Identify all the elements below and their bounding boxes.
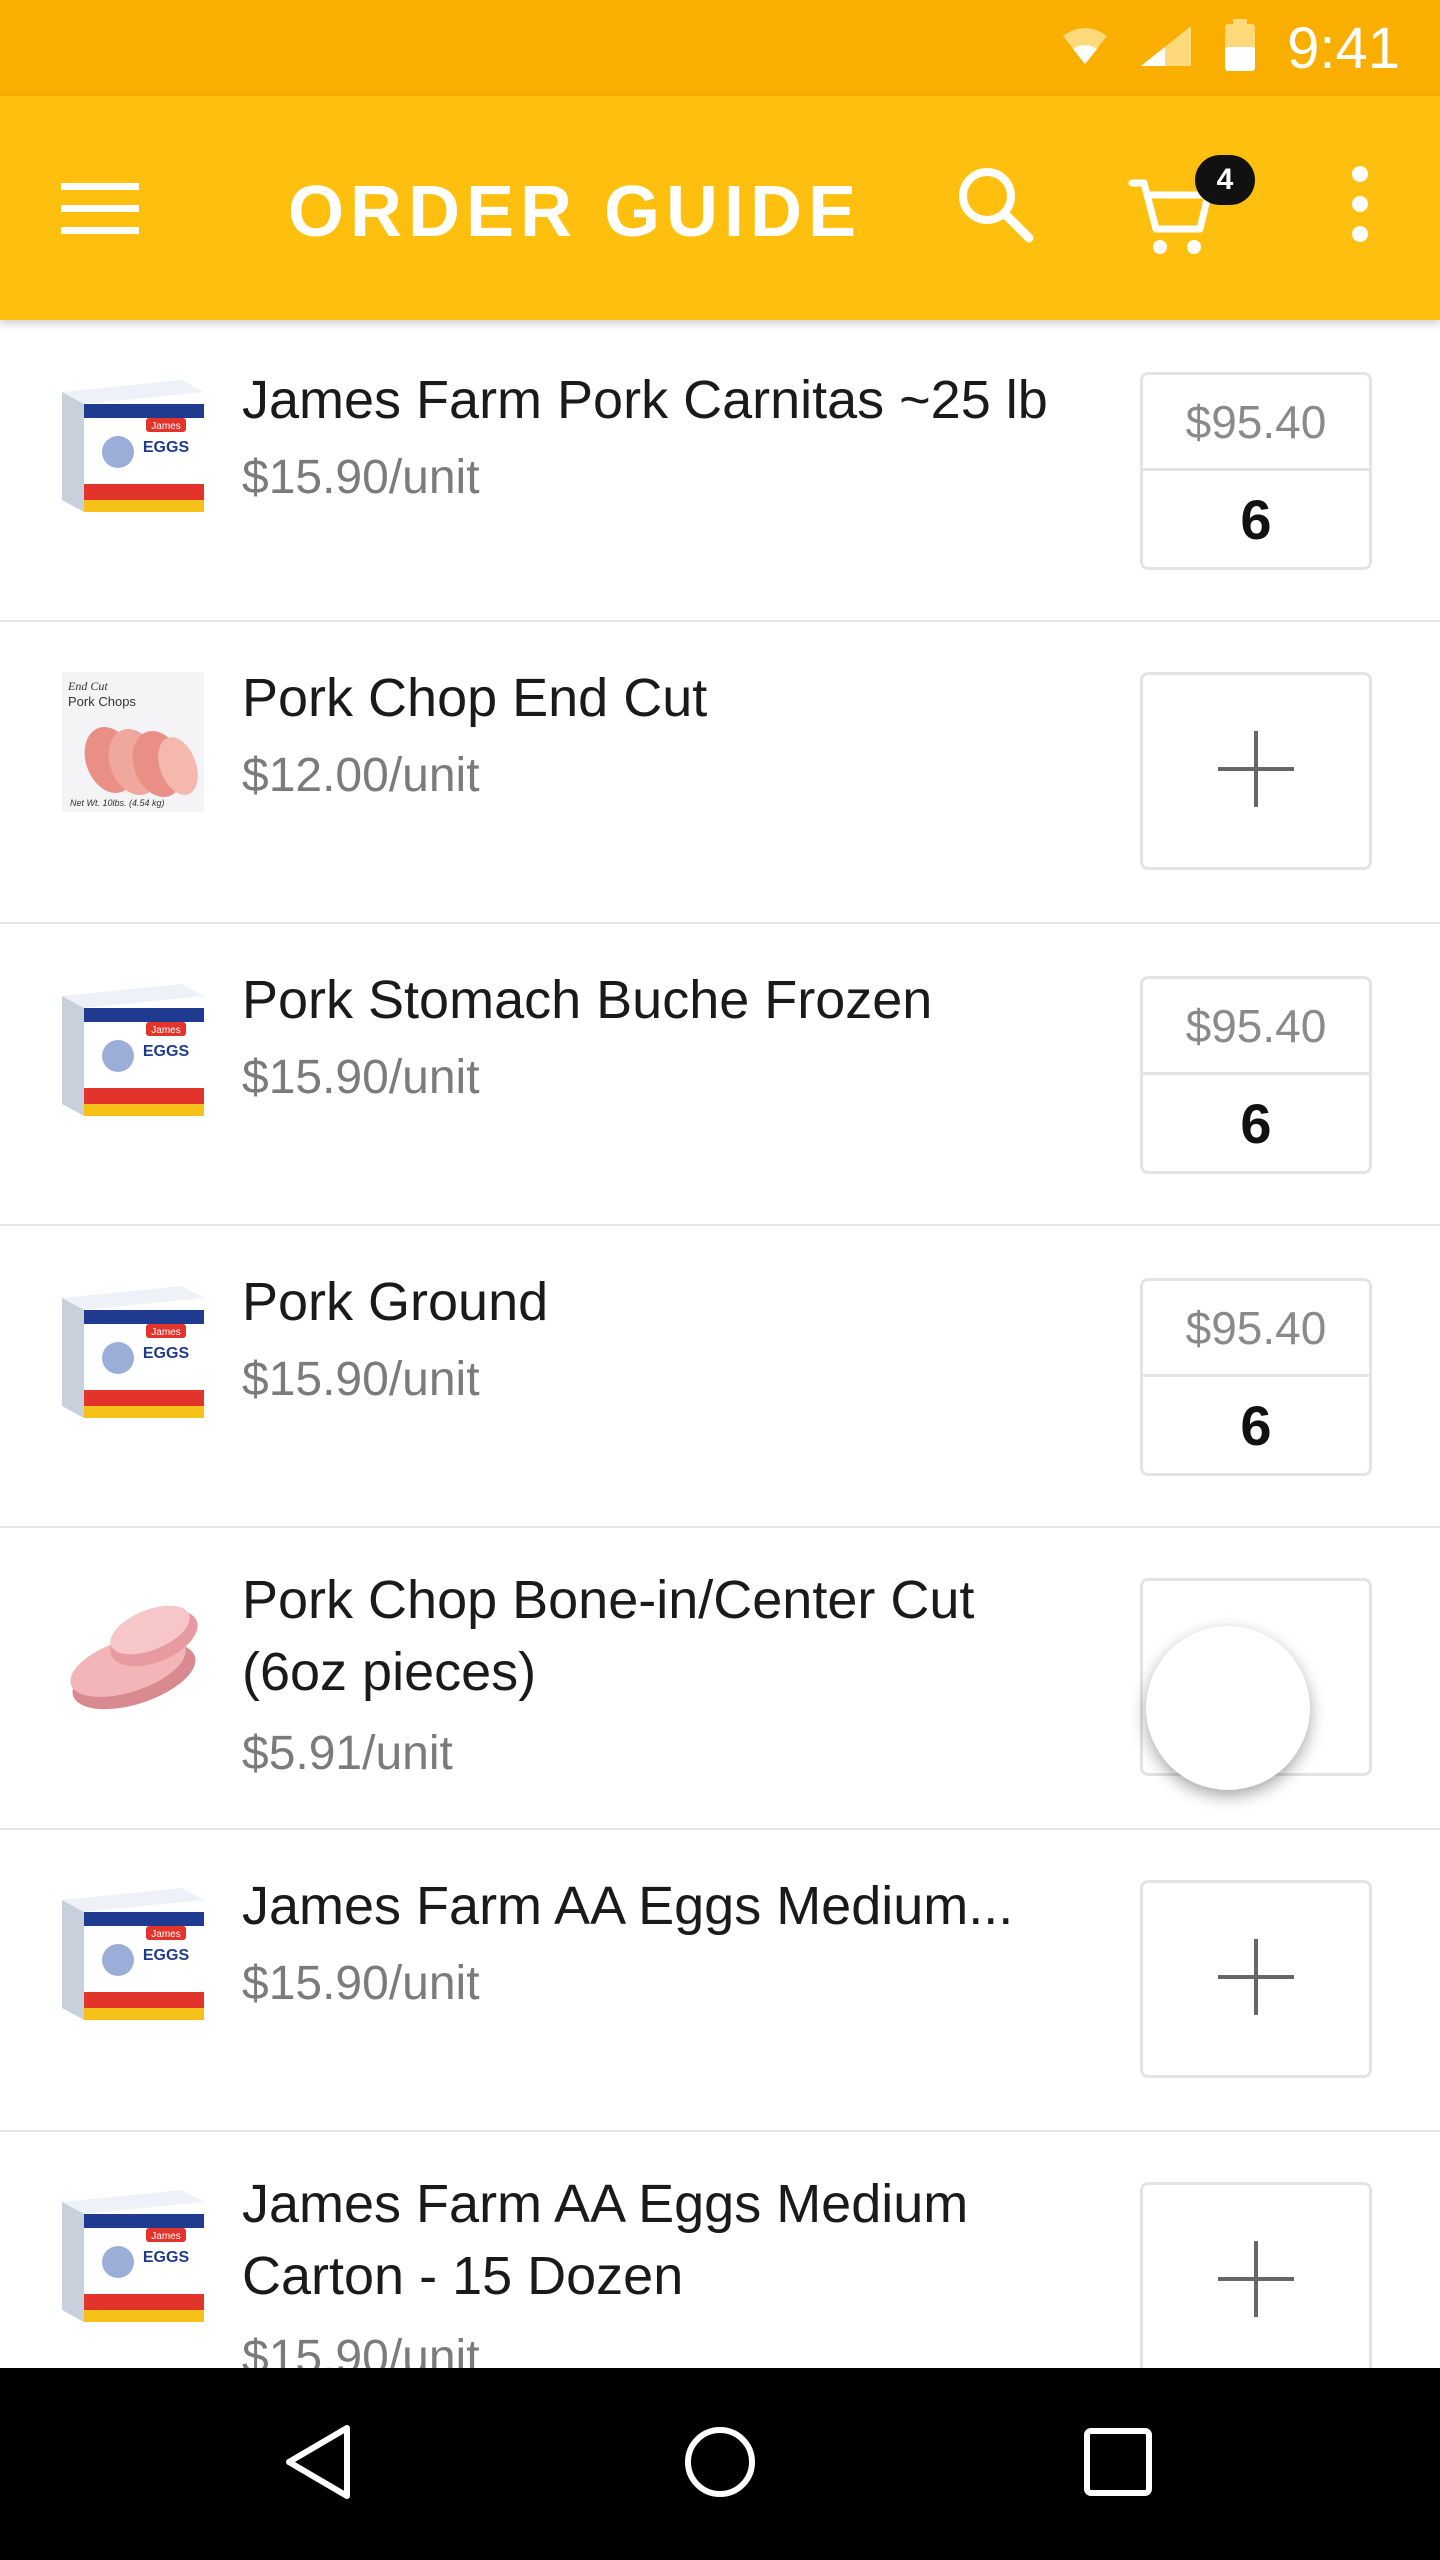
list-item[interactable]: James EGGS Pork Stomach Buche Frozen $15… (0, 924, 1440, 1226)
cart-count-badge: 4 (1195, 155, 1255, 205)
search-icon (955, 164, 1035, 249)
product-unit-price: $15.90/unit (242, 1957, 480, 2010)
line-total: $95.40 (1143, 979, 1369, 1075)
hamburger-menu-icon (61, 181, 139, 242)
add-to-order-button[interactable] (1140, 672, 1372, 870)
list-item[interactable]: End Cut Pork Chops Net Wt. 10lbs. (4.54 … (0, 622, 1440, 924)
egg-box-product: EGGS (143, 2249, 190, 2266)
list-item[interactable]: James EGGS James Farm AA Eggs Medium Car… (0, 2132, 1440, 2368)
menu-button[interactable] (50, 166, 150, 256)
product-thumbnail: James EGGS (62, 976, 204, 1116)
add-to-order-button[interactable] (1140, 1880, 1372, 2078)
quantity-stepper[interactable]: $95.40 6 (1140, 1278, 1372, 1476)
product-thumbnail: End Cut Pork Chops Net Wt. 10lbs. (4.54 … (62, 672, 204, 812)
plus-icon (1216, 1937, 1296, 2022)
product-list[interactable]: James EGGS James Farm Pork Carnitas ~25 … (0, 320, 1440, 2368)
more-options-button[interactable] (1320, 156, 1400, 256)
recents-square-icon (1083, 2427, 1153, 2502)
egg-box-product: EGGS (143, 1345, 190, 1362)
status-bar: 9:41 (0, 0, 1440, 96)
back-triangle-icon (281, 2422, 355, 2507)
line-total: $95.40 (1143, 1281, 1369, 1377)
quantity-stepper[interactable]: $95.40 6 (1140, 372, 1372, 570)
battery-icon (1223, 18, 1257, 78)
product-name: Pork Stomach Buche Frozen (242, 970, 933, 1030)
egg-box-brand: James (151, 1327, 180, 1338)
product-name-line1: James Farm AA Eggs Medium (242, 2174, 969, 2234)
list-item[interactable]: James EGGS James Farm AA Eggs Medium... … (0, 1830, 1440, 2132)
thumb-caption-top: End Cut (67, 679, 108, 693)
system-navigation-bar (0, 2368, 1440, 2560)
page-title: ORDER GUIDE (288, 172, 863, 252)
quantity-value[interactable]: 6 (1143, 1377, 1369, 1473)
status-time: 9:41 (1287, 15, 1400, 81)
egg-box-product: EGGS (143, 1043, 190, 1060)
product-thumbnail: James EGGS (62, 1880, 204, 2020)
product-unit-price: $15.90/unit (242, 1051, 480, 1104)
product-thumbnail: James EGGS (62, 372, 204, 512)
cellular-signal-icon (1139, 24, 1193, 73)
home-button[interactable] (670, 2414, 770, 2514)
egg-box-brand: James (151, 421, 180, 432)
status-icons: 9:41 (1061, 0, 1400, 96)
floating-action-button[interactable] (1146, 1626, 1310, 1790)
thumb-caption-bottom: Net Wt. 10lbs. (4.54 kg) (70, 798, 165, 808)
quantity-stepper[interactable]: $95.40 6 (1140, 976, 1372, 1174)
product-name-line2: Carton - 15 Dozen (242, 2246, 684, 2306)
plus-icon (1216, 729, 1296, 814)
list-item[interactable]: James EGGS Pork Ground $15.90/unit $95.4… (0, 1226, 1440, 1528)
product-unit-price: $12.00/unit (242, 749, 480, 802)
egg-box-brand: James (151, 2231, 180, 2242)
product-unit-price: $15.90/unit (242, 1353, 480, 1406)
home-circle-icon (683, 2425, 757, 2504)
quantity-value[interactable]: 6 (1143, 1075, 1369, 1171)
product-thumbnail: James EGGS (62, 1278, 204, 1418)
product-unit-price: $15.90/unit (242, 451, 480, 504)
product-thumbnail (62, 1578, 204, 1718)
product-name: James Farm Pork Carnitas ~25 lb (242, 370, 1048, 430)
product-name: Pork Ground (242, 1272, 549, 1332)
line-total: $95.40 (1143, 375, 1369, 471)
product-name-line1: Pork Chop Bone-in/Center Cut (242, 1570, 975, 1630)
quantity-value[interactable]: 6 (1143, 471, 1369, 567)
thumb-caption-mid: Pork Chops (68, 694, 136, 709)
wifi-icon (1061, 26, 1109, 71)
plus-icon (1216, 2239, 1296, 2324)
egg-box-product: EGGS (143, 1947, 190, 1964)
back-button[interactable] (268, 2414, 368, 2514)
product-thumbnail: James EGGS (62, 2182, 204, 2322)
list-item[interactable]: James EGGS James Farm Pork Carnitas ~25 … (0, 320, 1440, 622)
product-name: Pork Chop End Cut (242, 668, 708, 728)
recents-button[interactable] (1068, 2414, 1168, 2514)
search-button[interactable] (945, 156, 1045, 256)
more-vertical-icon (1350, 164, 1370, 249)
product-unit-price: $5.91/unit (242, 1727, 453, 1780)
product-unit-price: $15.90/unit (242, 2331, 480, 2368)
egg-box-brand: James (151, 1929, 180, 1940)
add-to-order-button[interactable] (1140, 2182, 1372, 2368)
egg-box-product: EGGS (143, 439, 190, 456)
product-name-line2: (6oz pieces) (242, 1642, 537, 1702)
cart-button[interactable]: 4 (1120, 151, 1255, 261)
app-bar: ORDER GUIDE 4 (0, 96, 1440, 320)
egg-box-brand: James (151, 1025, 180, 1036)
product-name: James Farm AA Eggs Medium... (242, 1876, 1014, 1936)
